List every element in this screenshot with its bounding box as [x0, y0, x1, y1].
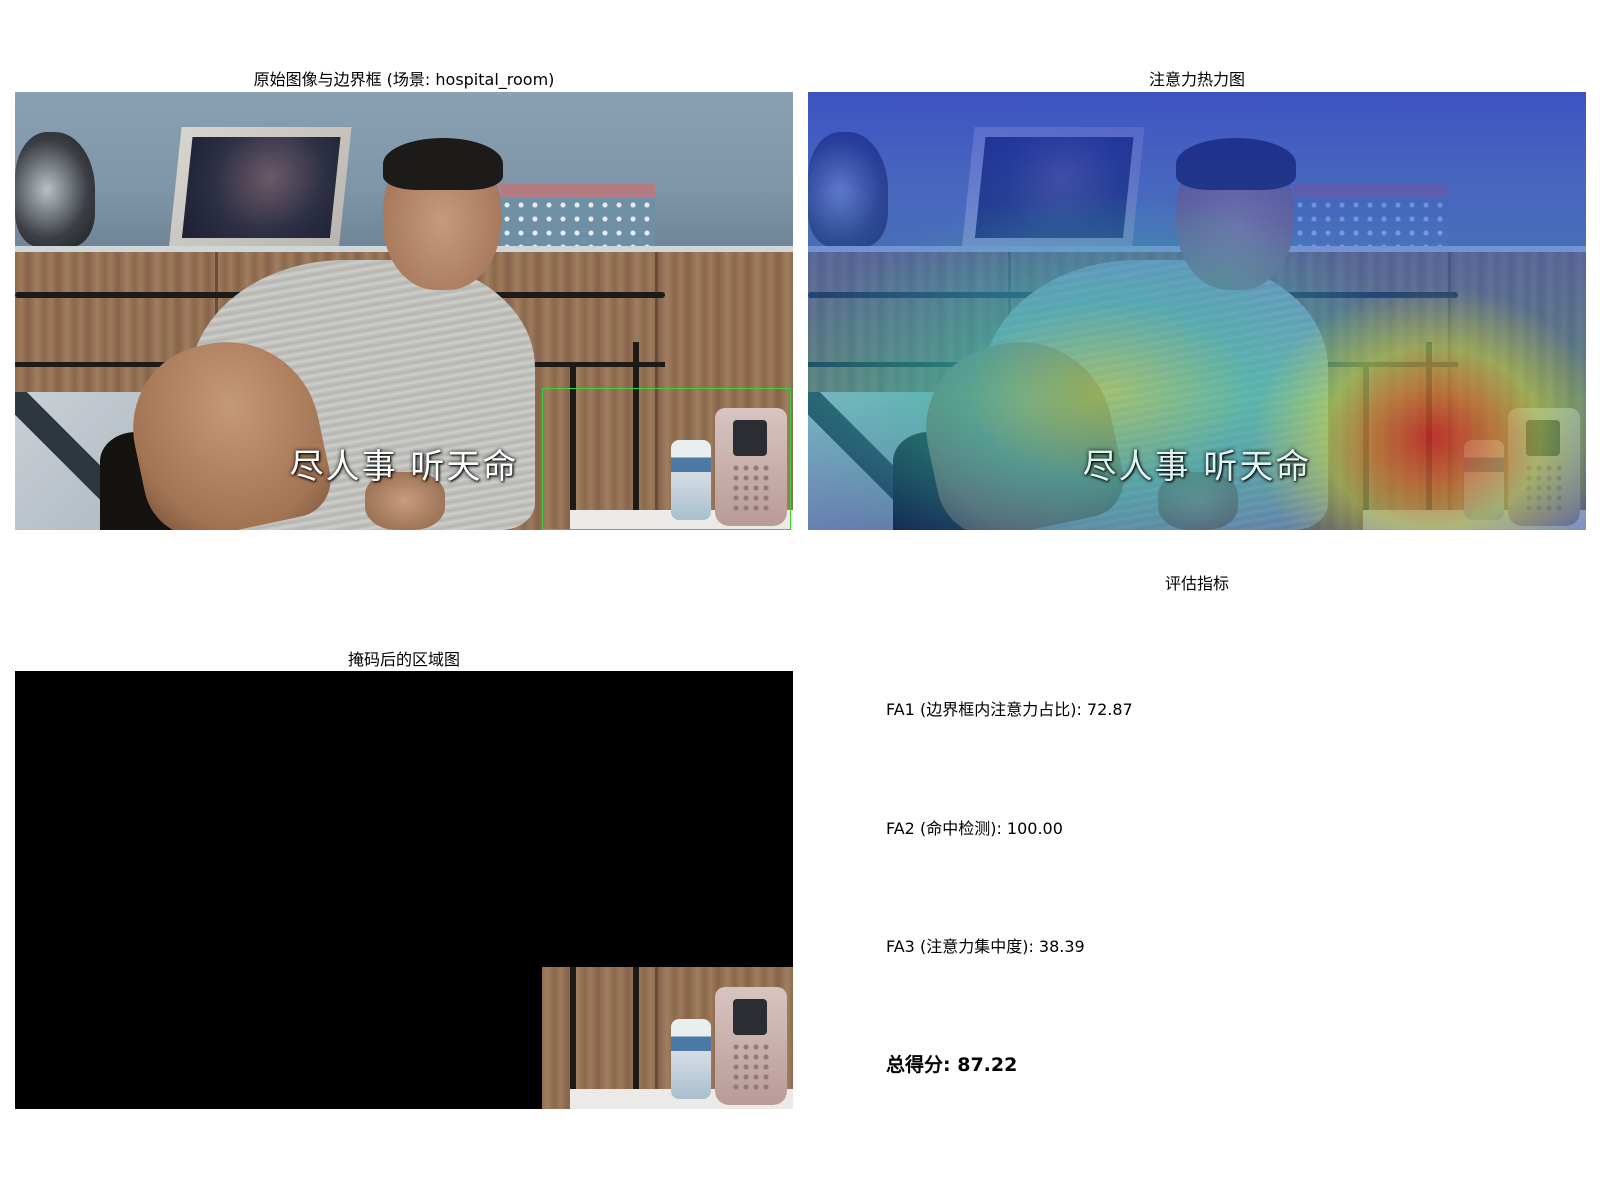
metric-fa1-value: 72.87	[1086, 700, 1133, 719]
original-image-title: 原始图像与边界框 (场景: hospital_room)	[253, 70, 555, 89]
mask-region-top	[15, 671, 793, 967]
metric-fa3: FA3 (注意力集中度): 38.39	[886, 937, 1085, 956]
heatmap-title: 注意力热力图	[1148, 70, 1245, 89]
masked-panel	[15, 671, 793, 1109]
heatmap-panel: 尽人事 听天命	[808, 92, 1586, 530]
metric-fa2-label: FA2 (命中检测)	[886, 819, 997, 838]
metric-total: 总得分: 87.22	[886, 1054, 1018, 1076]
metric-fa3-label: FA3 (注意力集中度)	[886, 937, 1029, 956]
metric-total-label: 总得分	[886, 1054, 944, 1076]
bounding-box	[542, 388, 791, 530]
metric-total-value: 87.22	[957, 1054, 1018, 1076]
vase-decor	[15, 132, 95, 247]
original-image-panel: 尽人事 听天命	[15, 92, 793, 530]
metric-fa2: FA2 (命中检测): 100.00	[886, 819, 1063, 838]
metric-fa3-value: 38.39	[1038, 937, 1085, 956]
metric-fa2-value: 100.00	[1006, 819, 1063, 838]
metric-fa1-label: FA1 (边界框内注意力占比)	[886, 700, 1077, 719]
masked-title: 掩码后的区域图	[347, 650, 460, 669]
photo-frame	[168, 127, 352, 252]
metrics-title: 评估指标	[1164, 574, 1229, 593]
heatmap-subtitle: 尽人事 听天命	[1082, 447, 1312, 487]
metric-fa1: FA1 (边界框内注意力占比): 72.87	[886, 700, 1133, 719]
mask-region-left	[15, 967, 542, 1109]
